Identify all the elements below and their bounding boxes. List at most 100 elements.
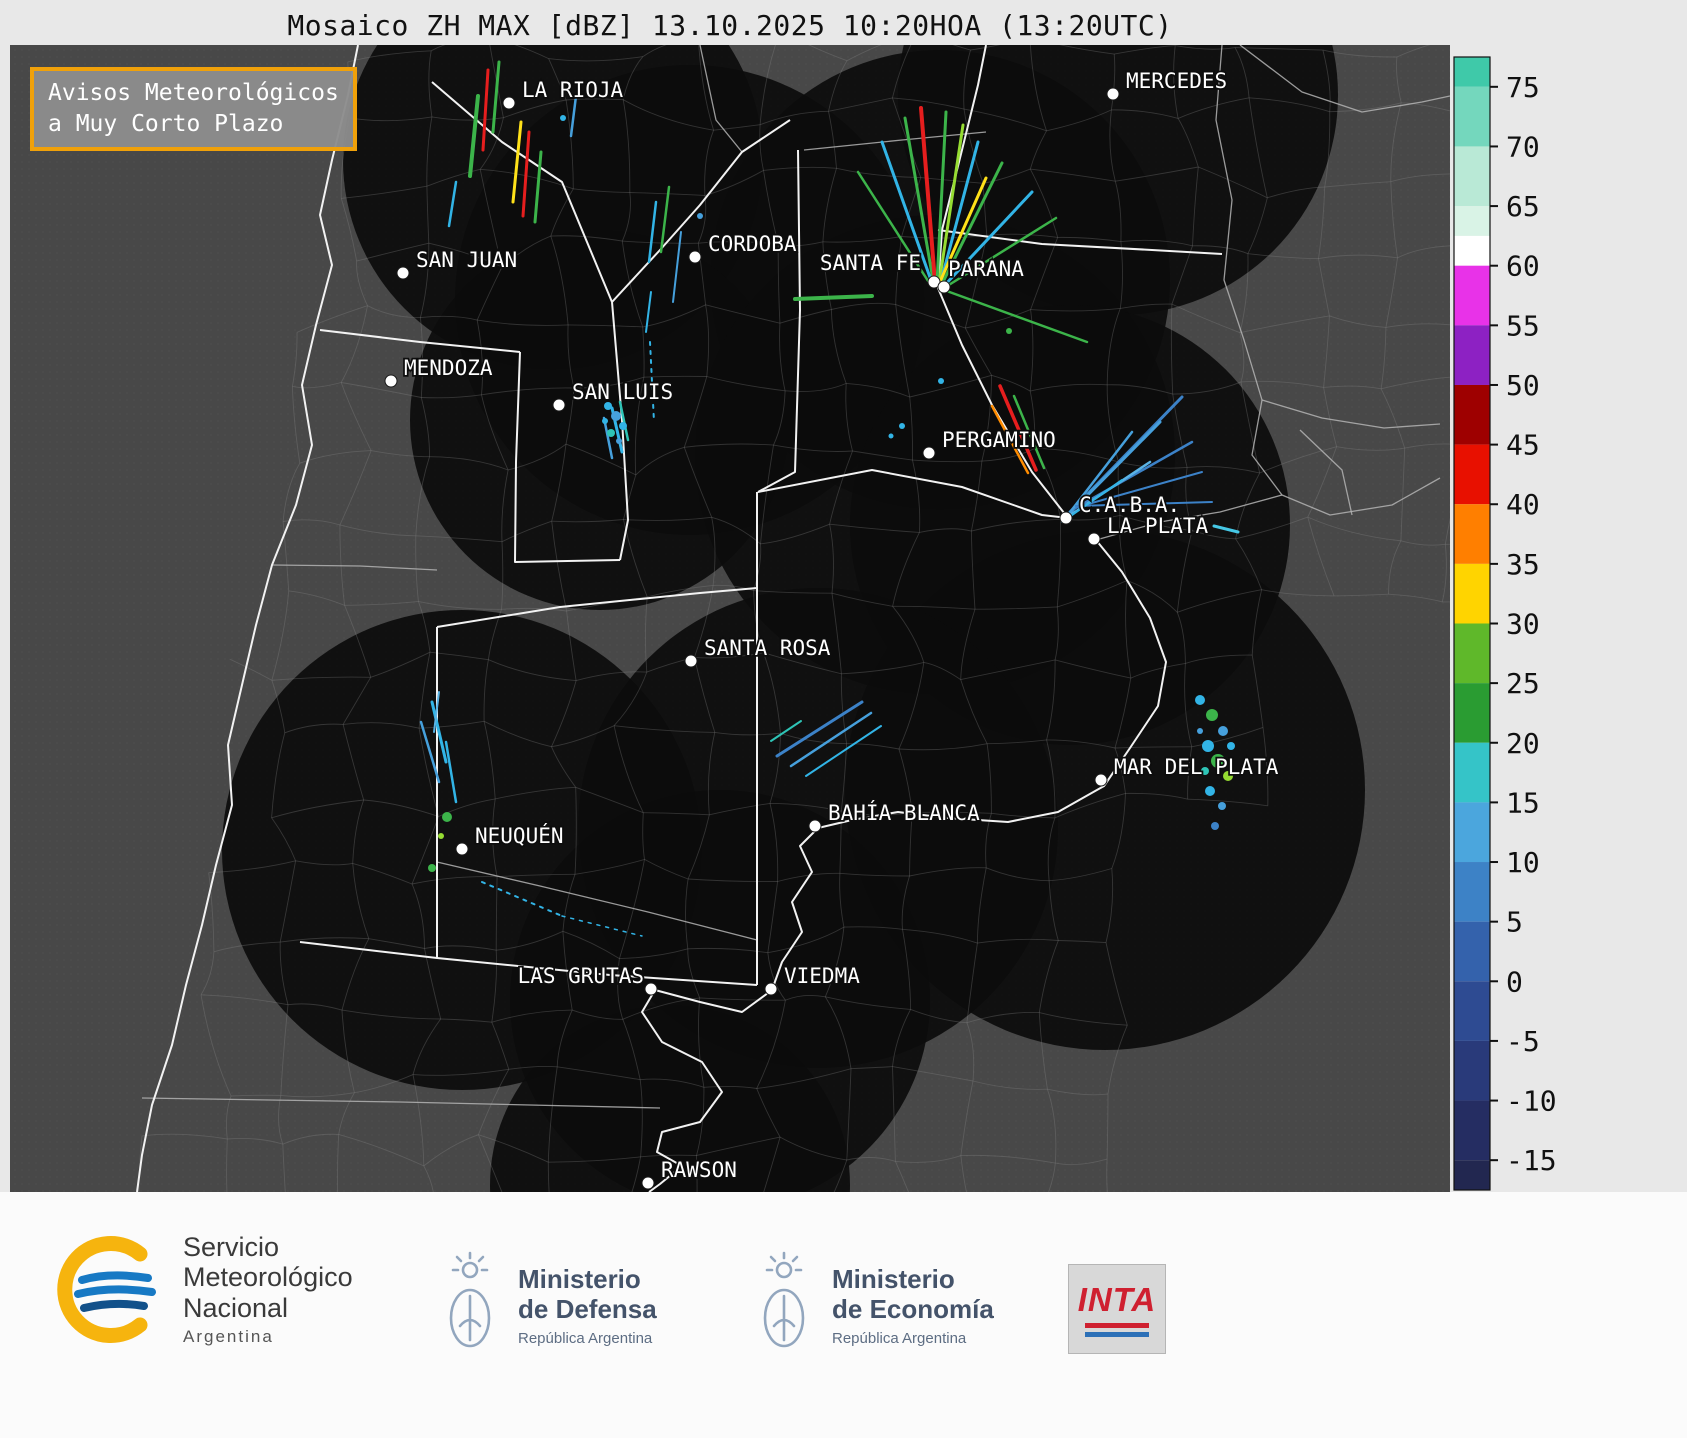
colorbar-tick-label: 70 <box>1506 130 1540 163</box>
city-marker <box>684 654 698 668</box>
colorbar-segment <box>1454 86 1490 147</box>
colorbar-segment <box>1454 563 1490 624</box>
city-label: MAR DEL PLATA <box>1114 755 1279 779</box>
radar-echo <box>697 213 703 219</box>
radar-echo <box>442 812 452 822</box>
coat-of-arms-icon <box>449 1251 491 1348</box>
radar-echo <box>1206 709 1218 721</box>
radar-echo <box>1211 822 1219 830</box>
radar-echo <box>1197 728 1203 734</box>
economia-logo-block: Ministerio de Economía República Argenti… <box>752 1250 994 1362</box>
colorbar-tick-label: 65 <box>1506 190 1540 223</box>
colorbar-tick-label: 30 <box>1506 608 1540 641</box>
radar-echo <box>438 833 444 839</box>
colorbar-tick-label: 55 <box>1506 309 1540 342</box>
colorbar-tick-label: 50 <box>1506 369 1540 402</box>
colorbar: 757065605550454035302520151050-5-10-15 <box>1453 56 1557 1191</box>
alert-box[interactable]: Avisos Meteorológicos a Muy Corto Plazo <box>30 67 357 152</box>
city-label: SANTA FE <box>820 251 921 275</box>
city-marker <box>384 374 398 388</box>
city-label: SAN LUIS <box>572 380 673 404</box>
radar-echo <box>602 418 608 424</box>
colorbar-segment <box>1454 1100 1490 1161</box>
colorbar-segment <box>1454 1040 1490 1101</box>
city-marker <box>764 982 778 996</box>
smn-country-label: Argentina <box>183 1326 274 1346</box>
map-area: LA RIOJA MERCEDES SAN JUAN CORDOBA SANTA FE P… <box>10 45 1450 1192</box>
colorbar-tick-label: 75 <box>1506 71 1540 104</box>
city-label: MERCEDES <box>1126 69 1227 93</box>
radar-echo <box>1205 786 1215 796</box>
city-label: MENDOZA <box>404 356 493 380</box>
smn-logo-block: Servicio Meteorológico Nacional Argentin… <box>52 1232 353 1347</box>
colorbar-segment <box>1454 265 1490 326</box>
colorbar-tick-label: 25 <box>1506 667 1540 700</box>
colorbar-tick-label: 35 <box>1506 548 1540 581</box>
colorbar-segment <box>1454 235 1490 266</box>
coat-of-arms-icon <box>763 1251 805 1348</box>
city-marker <box>552 398 566 412</box>
radar-echo <box>888 433 894 439</box>
city-label: PARANA <box>948 257 1024 281</box>
radar-echo <box>1227 742 1235 750</box>
city-label: CORDOBA <box>708 232 797 256</box>
city-marker <box>1087 532 1101 546</box>
colorbar-tick-label: 5 <box>1506 906 1523 939</box>
city-marker <box>808 819 822 833</box>
colorbar-tick-label: -15 <box>1506 1144 1557 1177</box>
economia-line-2: de Economía <box>832 1294 994 1324</box>
colorbar-segment <box>1454 623 1490 684</box>
city-label: LA RIOJA <box>522 78 624 102</box>
radar-map: LA RIOJA MERCEDES SAN JUAN CORDOBA SANTA FE P… <box>10 45 1450 1192</box>
colorbar-segment <box>1454 504 1490 564</box>
colorbar-segment <box>1454 1160 1490 1190</box>
smn-logo-icon <box>57 1236 156 1343</box>
economia-line-3: República Argentina <box>832 1329 967 1347</box>
radar-echo <box>1006 328 1012 334</box>
colorbar-tick-label: 0 <box>1506 965 1523 998</box>
city-marker <box>1106 87 1120 101</box>
colorbar-segment <box>1454 921 1490 982</box>
colorbar-tick-label: -10 <box>1506 1085 1557 1118</box>
colorbar-segment <box>1454 206 1490 236</box>
radar-echo <box>611 411 621 421</box>
city-label: NEUQUÉN <box>475 823 564 848</box>
colorbar-segment <box>1454 862 1490 922</box>
radar-echo <box>1218 802 1226 810</box>
colorbar-tick-label: 10 <box>1506 846 1540 879</box>
inta-label: INTA <box>1077 1281 1157 1318</box>
colorbar-segment <box>1454 325 1490 385</box>
radar-echo <box>1202 740 1214 752</box>
radar-echo <box>619 422 627 430</box>
radar-echo <box>560 115 566 121</box>
colorbar-segment <box>1454 57 1490 87</box>
defensa-line-2: de Defensa <box>518 1294 657 1324</box>
smn-name-line-3: Nacional <box>183 1292 289 1323</box>
city-label: PERGAMINO <box>942 428 1056 452</box>
colorbar-segment <box>1454 683 1490 743</box>
city-marker <box>502 96 516 110</box>
city-marker <box>644 982 658 996</box>
inta-logo-block: INTA <box>1068 1264 1166 1354</box>
city-label: BAHÍA BLANCA <box>828 800 980 825</box>
alert-line-2: a Muy Corto Plazo <box>48 111 284 138</box>
colorbar-tick-label: 15 <box>1506 786 1540 819</box>
city-marker <box>922 446 936 460</box>
defensa-line-3: República Argentina <box>518 1329 653 1347</box>
radar-echo <box>428 864 436 872</box>
city-label: LAS GRUTAS <box>518 964 644 988</box>
inta-red-bar <box>1085 1323 1149 1328</box>
radar-echo <box>607 429 615 437</box>
colorbar-segment <box>1454 146 1490 207</box>
colorbar-segment <box>1454 981 1490 1041</box>
colorbar-segment <box>1454 742 1490 803</box>
colorbar-tick-label: -5 <box>1506 1025 1540 1058</box>
colorbar-tick-label: 60 <box>1506 250 1540 283</box>
alert-line-1: Avisos Meteorológicos <box>48 80 339 106</box>
inta-blue-bar <box>1085 1332 1149 1337</box>
city-label: SAN JUAN <box>416 248 517 272</box>
defensa-line-1: Ministerio <box>518 1264 641 1295</box>
city-marker <box>1094 773 1108 787</box>
colorbar-segment <box>1454 444 1490 505</box>
smn-name-line-1: Servicio <box>183 1232 280 1263</box>
